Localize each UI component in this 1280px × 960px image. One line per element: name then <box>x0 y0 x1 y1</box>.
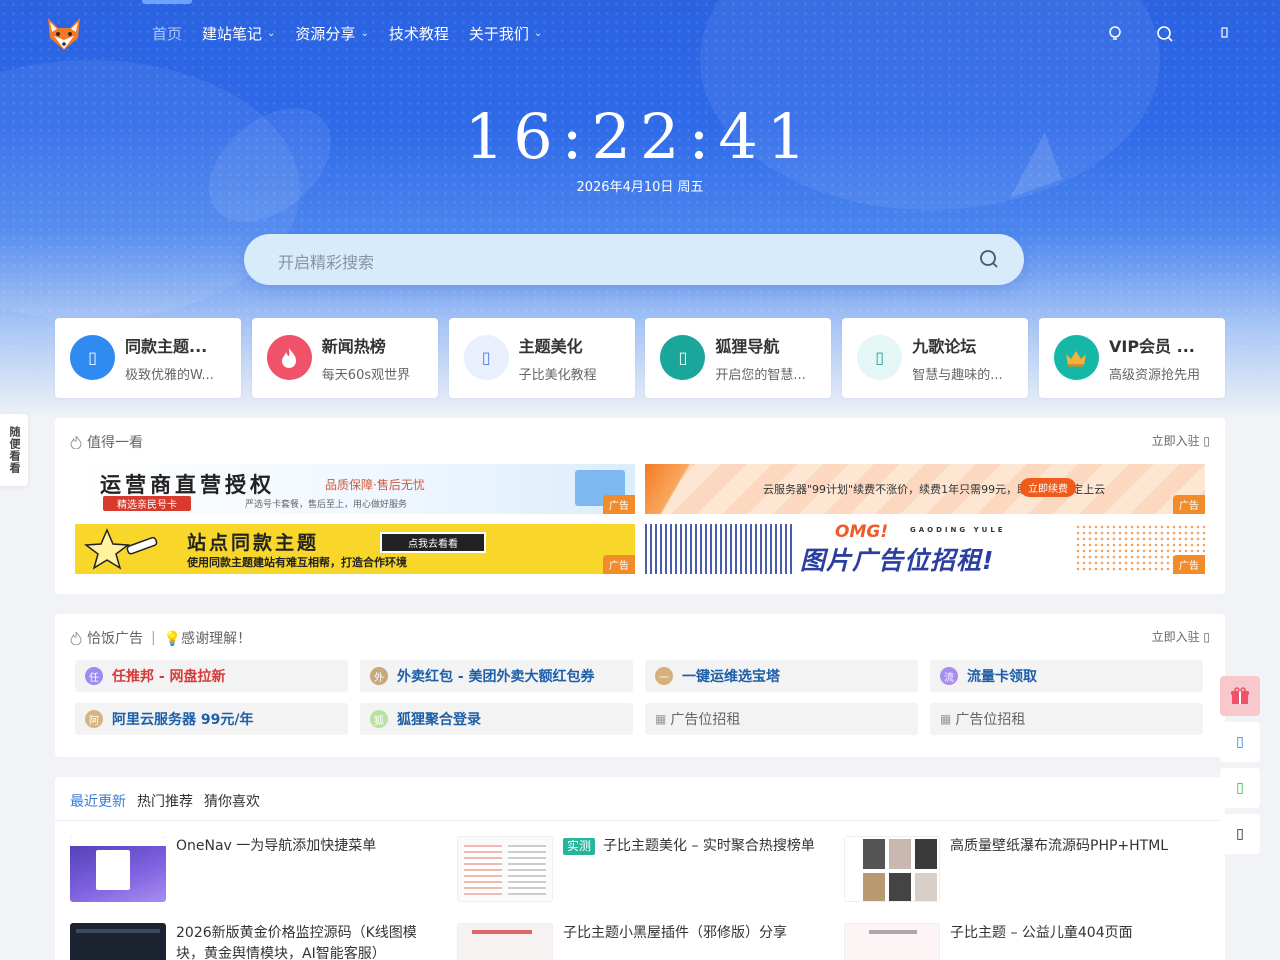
chevron-down-icon: ⌄ <box>267 28 276 39</box>
post-item[interactable]: 子比主题 – 公益儿童404页面 <box>844 923 1219 960</box>
main-menu: 首页 建站笔记 ⌄ 资源分享 ⌄ 技术教程 关于我们 ⌄ <box>152 22 562 46</box>
nav-item-resources[interactable]: 资源分享 ⌄ <box>295 22 368 46</box>
post-thumbnail[interactable] <box>70 923 166 960</box>
post-thumbnail[interactable] <box>844 836 940 902</box>
user-icon[interactable] <box>1215 24 1235 44</box>
ad-slot-icon: ▦ <box>940 712 952 726</box>
ad-slot-icon: ▦ <box>655 712 667 726</box>
post-thumbnail[interactable] <box>844 923 940 960</box>
avatar: 外 <box>370 667 388 685</box>
compass-icon: ▯ <box>660 335 706 380</box>
forum-icon: ▯ <box>857 335 903 380</box>
tab-hot[interactable]: 热门推荐 <box>137 791 193 811</box>
avatar: 任 <box>85 667 103 685</box>
ad-slot-link[interactable]: ▦ 广告位招租 <box>930 703 1203 735</box>
panel-title: 恰饭广告 | 💡感谢理解！ <box>70 628 251 648</box>
phone-icon: ▯ <box>1236 826 1244 842</box>
post-item[interactable]: 子比主题小黑屋插件（邪修版）分享 <box>457 923 832 960</box>
qq-button[interactable]: ▯ <box>1220 722 1260 762</box>
tab-recent[interactable]: 最近更新 <box>70 791 126 811</box>
gift-button[interactable] <box>1220 676 1260 716</box>
card-same-theme[interactable]: ▯ 同款主题... 极致优雅的W... <box>55 318 241 398</box>
ad-tag: 广告 <box>603 495 635 514</box>
ad-tag: 广告 <box>603 555 635 574</box>
ad-banner-cloud[interactable]: 云服务器"99计划"续费不涨价，续费1年只需99元，助力高效稳定上云 立即续费 … <box>645 464 1205 514</box>
post-item[interactable]: OneNav 一为导航添加快捷菜单 <box>70 836 445 906</box>
ad-link[interactable]: 流流量卡领取 <box>930 660 1203 692</box>
search-icon[interactable] <box>1155 24 1175 44</box>
card-beautify[interactable]: ▯ 主题美化 子比美化教程 <box>448 318 635 398</box>
ad-link[interactable]: 阿阿里云服务器 99元/年 <box>75 703 348 735</box>
qq-icon: ▯ <box>1236 734 1244 750</box>
chevron-down-icon: ⌄ <box>360 28 369 39</box>
ad-banner-rent[interactable]: OMG! GAODING YULE 图片广告位招租! 广告 <box>645 524 1205 574</box>
post-item[interactable]: 高质量壁纸瀑布流源码PHP+HTML <box>844 836 1219 906</box>
card-fox-nav[interactable]: ▯ 狐狸导航 开启您的智慧... <box>645 318 832 398</box>
search-input[interactable]: 开启精彩搜索 <box>278 249 374 273</box>
search-bar[interactable]: 开启精彩搜索 <box>244 234 1024 285</box>
clock-time: 16:22:41 <box>464 100 816 173</box>
post-tabs: 最近更新 热门推荐 猜你喜欢 <box>70 791 271 811</box>
ad-link[interactable]: 一一键运维选宝塔 <box>645 660 918 692</box>
crown-icon <box>1053 335 1099 380</box>
ad-link[interactable]: 任任推邦 - 网盘拉新 <box>75 660 348 692</box>
chevron-down-icon: ⌄ <box>533 28 543 39</box>
join-link[interactable]: 立即入驻 ▯ <box>1152 432 1210 449</box>
fox-logo-icon[interactable] <box>44 14 84 54</box>
random-browse-tab[interactable]: 随便看看 <box>0 414 28 486</box>
search-icon[interactable] <box>978 248 1000 270</box>
clock-date: 2026年4月10日 周五 <box>576 180 704 195</box>
card-vip[interactable]: VIP会员 ... 高级资源抢先用 <box>1038 318 1225 398</box>
ad-link[interactable]: 外外卖红包 - 美团外卖大额红包券 <box>360 660 633 692</box>
status-badge: 实测 <box>563 838 596 855</box>
ad-tag: 广告 <box>1173 495 1205 514</box>
card-forum[interactable]: ▯ 九歌论坛 智慧与趣味的... <box>842 318 1029 398</box>
post-item[interactable]: 2026新版黄金价格监控源码（K线图模块，黄金舆情模块，AI智能客服） <box>70 923 445 960</box>
nav-item-about[interactable]: 关于我们 ⌄ <box>469 22 542 46</box>
ad-link[interactable]: 狐狐狸聚合登录 <box>360 703 633 735</box>
avatar: 阿 <box>85 710 103 728</box>
card-news[interactable]: 新闻热榜 每天60s观世界 <box>251 318 438 398</box>
flame-icon <box>70 435 82 449</box>
top-navbar: 首页 建站笔记 ⌄ 资源分享 ⌄ 技术教程 关于我们 ⌄ <box>0 0 1280 68</box>
ad-tag: 广告 <box>1173 555 1205 574</box>
nav-item-home[interactable]: 首页 <box>152 22 182 46</box>
avatar: 流 <box>940 667 958 685</box>
brush-icon: ▯ <box>463 335 509 380</box>
gift-icon <box>1231 687 1249 704</box>
post-thumbnail[interactable] <box>457 836 553 902</box>
meal-ads-panel: 恰饭广告 | 💡感谢理解！ 立即入驻 ▯ 任任推邦 - 网盘拉新 外外卖红包 -… <box>55 614 1225 757</box>
wechat-button[interactable]: ▯ <box>1220 768 1260 808</box>
nav-item-notes[interactable]: 建站笔记 ⌄ <box>202 22 275 46</box>
theme-icon: ▯ <box>70 335 115 380</box>
fire-icon <box>266 335 312 380</box>
avatar: 狐 <box>370 710 388 728</box>
ad-slot-link[interactable]: ▦ 广告位招租 <box>645 703 918 735</box>
post-thumbnail[interactable] <box>70 836 166 902</box>
recent-posts-panel: 最近更新 热门推荐 猜你喜欢 OneNav 一为导航添加快捷菜单 实测 子比主题美… <box>55 777 1225 960</box>
ad-banner-carrier[interactable]: 运营商直营授权 品质保障·售后无忧 精选亲民号卡 严选号卡套餐，售后至上，用心做… <box>75 464 635 514</box>
flame-icon <box>70 631 82 645</box>
feature-cards: ▯ 同款主题... 极致优雅的W... 新闻热榜 每天60s观世界 ▯ 主题美化… <box>55 318 1225 398</box>
panel-title: 值得一看 <box>70 432 143 452</box>
avatar: 一 <box>655 667 673 685</box>
post-thumbnail[interactable] <box>457 923 553 960</box>
lightbulb-icon[interactable] <box>1105 24 1125 44</box>
worth-panel: 值得一看 立即入驻 ▯ 运营商直营授权 品质保障·售后无忧 精选亲民号卡 严选号… <box>55 418 1225 594</box>
wechat-icon: ▯ <box>1236 780 1244 796</box>
post-item[interactable]: 实测 子比主题美化 – 实时聚合热搜榜单 <box>457 836 832 906</box>
phone-button[interactable]: ▯ <box>1220 814 1260 854</box>
nav-item-tutorials[interactable]: 技术教程 <box>389 22 449 46</box>
tab-guess[interactable]: 猜你喜欢 <box>204 791 260 811</box>
ad-banner-theme[interactable]: 站点同款主题 点我去看看 使用同款主题建站有难互相帮，打造合作环境 广告 <box>75 524 635 574</box>
join-link[interactable]: 立即入驻 ▯ <box>1152 628 1210 645</box>
